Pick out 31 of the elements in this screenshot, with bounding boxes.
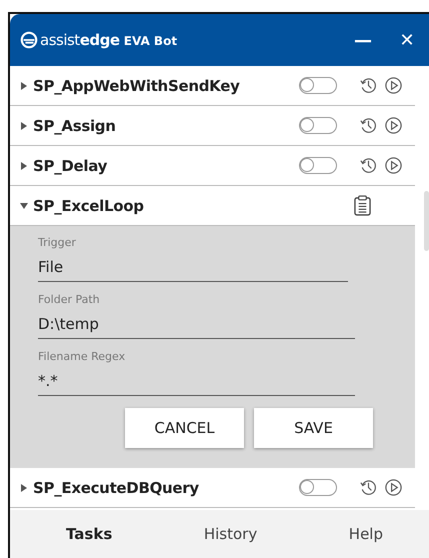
history-icon[interactable]: [359, 116, 378, 135]
play-icon[interactable]: [384, 156, 403, 175]
tab[interactable]: History: [198, 510, 264, 558]
input-field[interactable]: Trigger File: [38, 236, 348, 282]
toggle-switch[interactable]: [299, 77, 337, 94]
scrollbar[interactable]: [424, 191, 429, 251]
save-button[interactable]: SAVE: [254, 408, 373, 448]
close-button[interactable]: ✕: [385, 20, 429, 60]
input-field[interactable]: Folder Path D:\temp: [38, 293, 355, 339]
toggle-switch[interactable]: [299, 157, 337, 174]
cancel-button[interactable]: CANCEL: [125, 408, 244, 448]
input-field[interactable]: Filename Regex *.*: [38, 350, 355, 396]
minimize-button[interactable]: —: [341, 20, 385, 60]
task-name[interactable]: SP_Assign: [33, 116, 299, 134]
history-icon[interactable]: [359, 478, 378, 497]
toggle-switch[interactable]: [299, 117, 337, 134]
tab[interactable]: Tasks: [60, 510, 118, 558]
task-name[interactable]: SP_ExecuteDBQuery: [33, 478, 299, 496]
clipboard-icon[interactable]: [354, 195, 371, 216]
tab[interactable]: Help: [342, 510, 389, 558]
window-title: assistedge EVA Bot: [40, 31, 178, 49]
history-icon[interactable]: [359, 76, 378, 95]
play-icon[interactable]: [384, 478, 403, 497]
task-name[interactable]: SP_AppWebWithSendKey: [33, 76, 299, 94]
play-icon[interactable]: [384, 116, 403, 135]
toggle-switch[interactable]: [299, 479, 337, 496]
play-icon[interactable]: [384, 76, 403, 95]
task-name[interactable]: SP_Delay: [33, 156, 299, 174]
logo-icon: [20, 31, 38, 49]
history-icon[interactable]: [359, 156, 378, 175]
task-name[interactable]: SP_ExcelLoop: [33, 196, 354, 214]
